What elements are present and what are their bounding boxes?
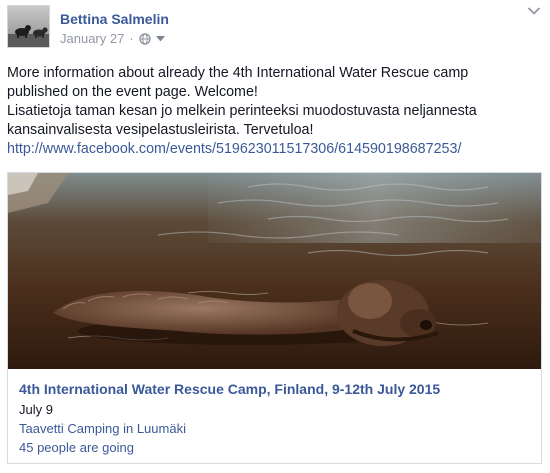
chevron-down-icon[interactable] [527, 6, 541, 16]
post-text-line: More information about already the 4th I… [7, 65, 469, 81]
meta-separator: · [129, 31, 134, 46]
avatar-photo [8, 6, 49, 47]
post-body: More information about already the 4th I… [7, 64, 537, 159]
event-going-count[interactable]: 45 people are going [19, 440, 134, 455]
event-town-link[interactable]: Luumäki [137, 421, 186, 436]
event-date: July 9 [19, 402, 53, 417]
event-cover-image [8, 173, 541, 369]
event-location-in: in [123, 421, 134, 436]
post-date[interactable]: January 27 [60, 31, 124, 46]
author-avatar[interactable] [7, 5, 50, 48]
globe-icon [138, 32, 151, 45]
event-link[interactable]: http://www.facebook.com/events/519623011… [7, 141, 461, 157]
event-title[interactable]: 4th International Water Rescue Camp, Fin… [19, 381, 440, 397]
event-card[interactable]: 4th International Water Rescue Camp, Fin… [7, 172, 542, 464]
post-text-line: Lisatietoja taman kesan jo melkein perin… [7, 103, 477, 119]
post-meta: January 27 · [60, 31, 165, 46]
post-text-line: kansainvalisesta vesipelastusleirista. T… [7, 122, 314, 138]
event-details: 4th International Water Rescue Camp, Fin… [8, 370, 541, 463]
post-text-line: published on the event page. Welcome! [7, 84, 258, 100]
author-name[interactable]: Bettina Salmelin [60, 11, 169, 27]
event-cover-photo[interactable] [8, 173, 541, 369]
caret-down-icon[interactable] [155, 35, 165, 42]
event-location: Taavetti Camping in Luumäki [19, 421, 186, 436]
post-header: Bettina Salmelin January 27 · [7, 5, 543, 51]
event-place-link[interactable]: Taavetti Camping [19, 421, 119, 436]
